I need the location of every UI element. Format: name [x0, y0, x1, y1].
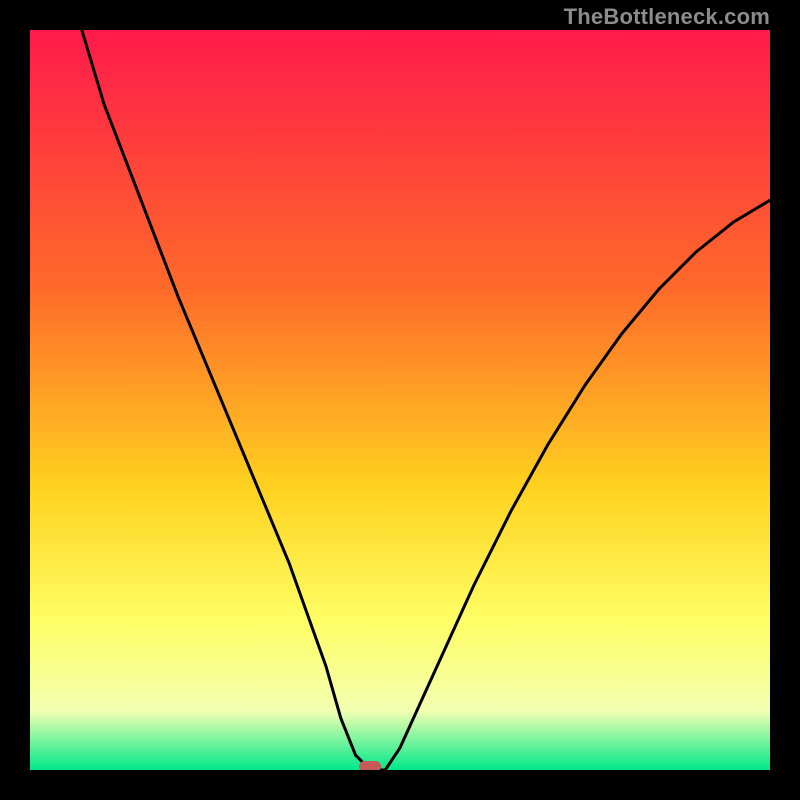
watermark-label: TheBottleneck.com: [564, 4, 770, 30]
plot-area: [30, 30, 770, 770]
chart-frame: TheBottleneck.com: [0, 0, 800, 800]
bottleneck-curve: [30, 30, 770, 770]
min-marker: [359, 761, 381, 770]
